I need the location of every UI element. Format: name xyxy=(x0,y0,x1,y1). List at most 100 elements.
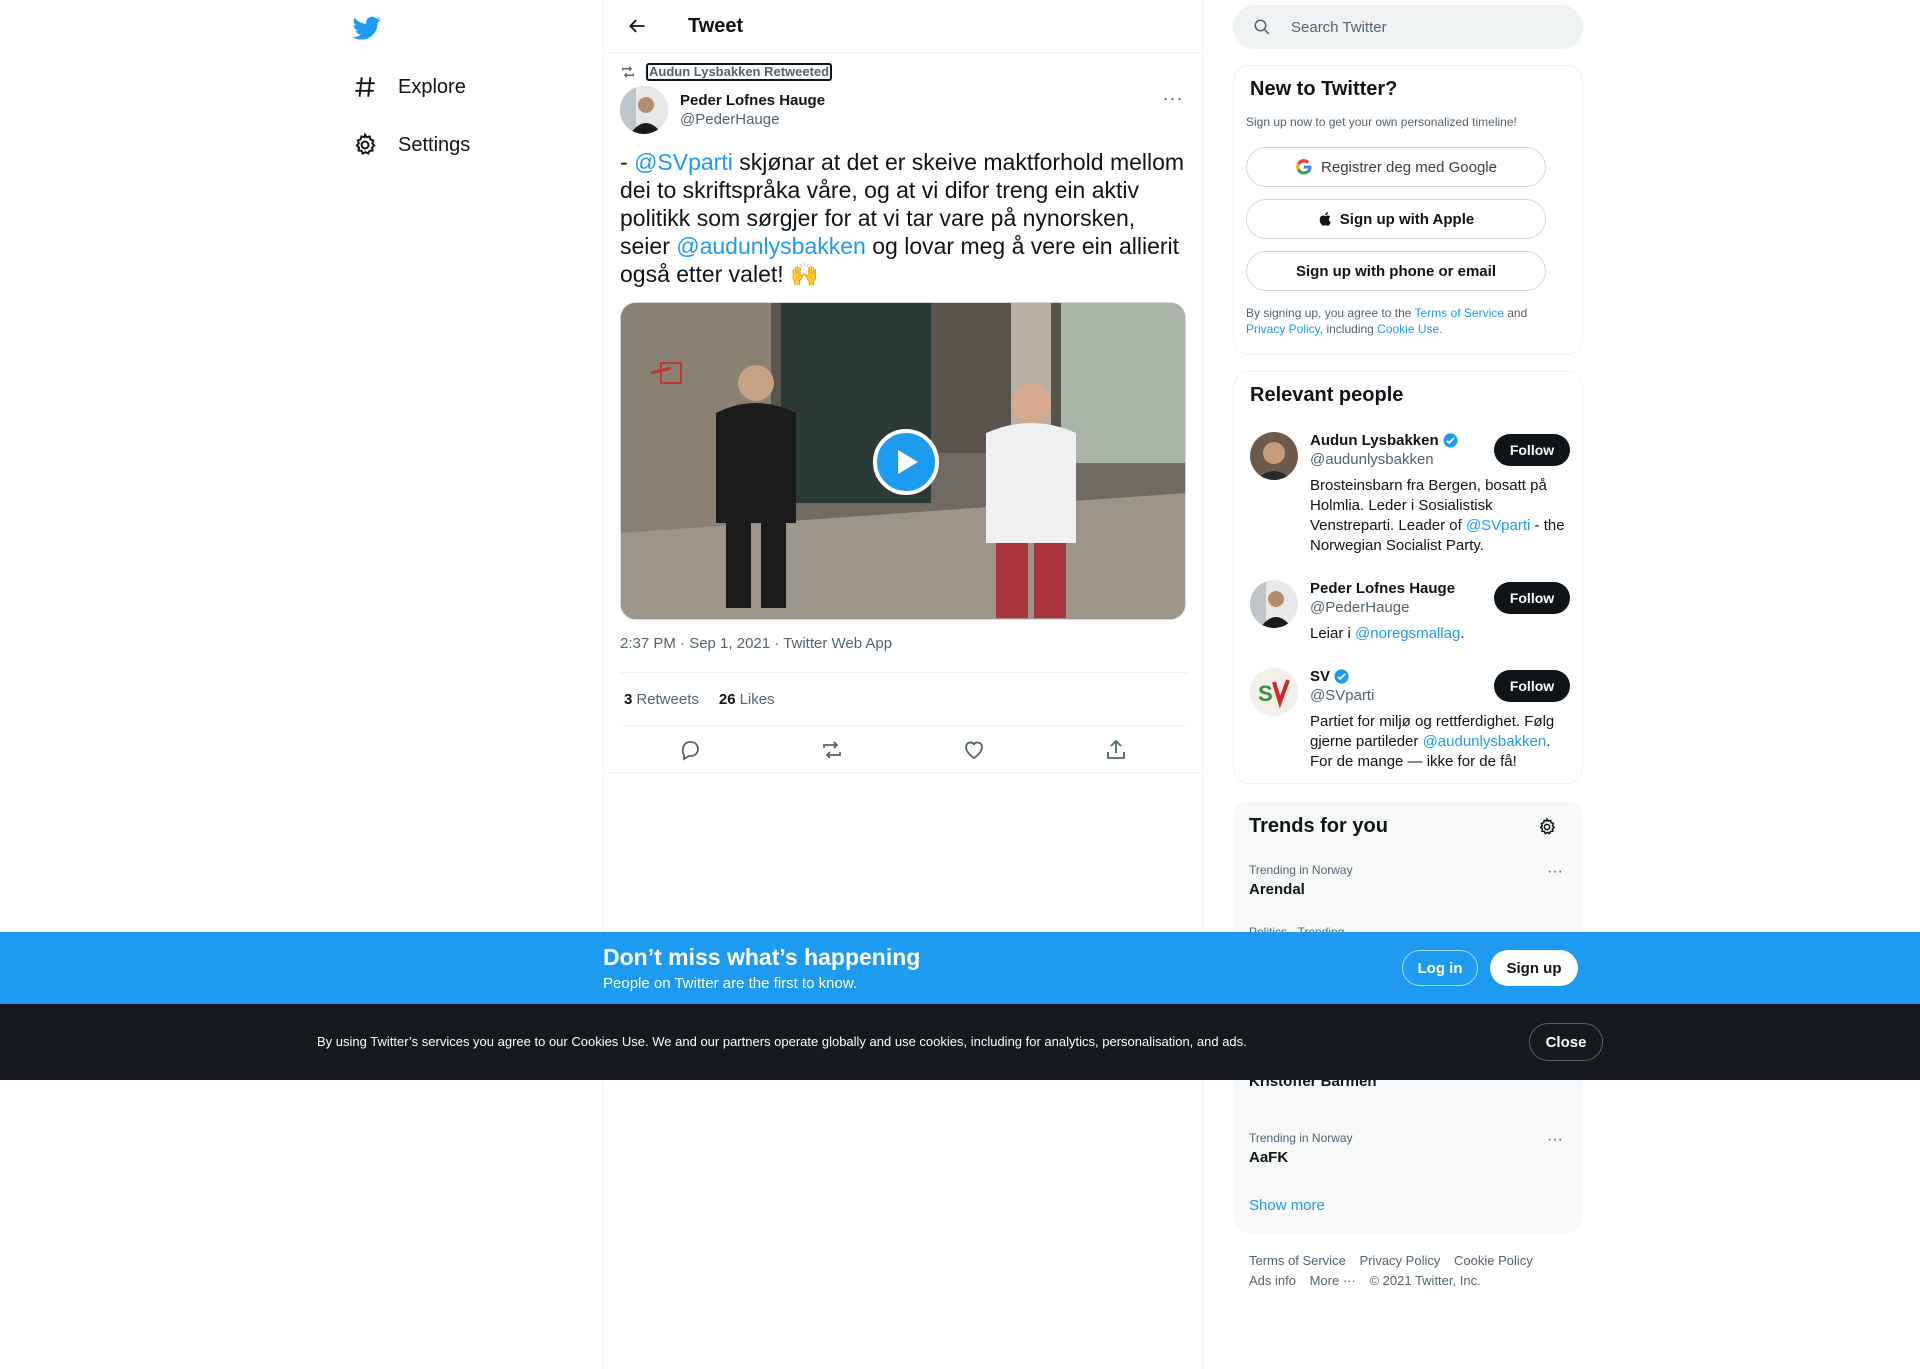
arrow-left-icon xyxy=(629,19,645,33)
follow-button[interactable]: Follow xyxy=(1494,434,1570,466)
person-bio: Leiar i @noregsmallag. xyxy=(1310,624,1572,644)
person-bio: Partiet for miljø og rettferdighet. Følg… xyxy=(1310,712,1572,772)
footer-link[interactable]: Ads info xyxy=(1249,1273,1296,1288)
footer-link[interactable]: Terms of Service xyxy=(1249,1253,1346,1268)
new-to-twitter-card: New to Twitter? Sign up now to get your … xyxy=(1233,65,1583,355)
video-player[interactable] xyxy=(620,302,1186,620)
banner-subtitle: People on Twitter are the first to know. xyxy=(603,975,858,992)
retweeted-by: Audun Lysbakken Retweeted xyxy=(620,63,833,81)
apple-icon xyxy=(1319,212,1331,226)
author-name[interactable]: Peder Lofnes Hauge xyxy=(680,92,825,109)
apple-signup-label: Sign up with Apple xyxy=(1339,210,1475,228)
avatar[interactable] xyxy=(620,86,668,134)
avatar[interactable] xyxy=(1250,580,1298,628)
terms-text: and xyxy=(1503,306,1528,320)
cookie-text: By using Twitter’s services you agree to… xyxy=(317,1034,1247,1049)
bio-mention-link[interactable]: @SVparti xyxy=(1466,517,1530,534)
close-button[interactable]: Close xyxy=(1529,1023,1603,1061)
privacy-link[interactable]: Privacy Policy xyxy=(1246,322,1320,336)
page-title: Tweet xyxy=(688,14,744,37)
person-name[interactable]: Peder Lofnes Hauge xyxy=(1310,580,1455,597)
avatar-image xyxy=(620,86,668,134)
main-column: Tweet Audun Lysbakken Retweeted Peder Lo… xyxy=(603,0,1203,1369)
copyright: © 2021 Twitter, Inc. xyxy=(1369,1273,1481,1288)
retweet-action-icon[interactable] xyxy=(820,738,844,762)
likes-stat[interactable]: 26 Likes xyxy=(715,691,775,708)
cookie-use-link[interactable]: Cookie Use. xyxy=(1377,322,1442,336)
hashtag-icon xyxy=(355,77,375,97)
author-handle[interactable]: @PederHauge xyxy=(680,111,825,128)
trend-context: Trending in Norway xyxy=(1249,1131,1353,1145)
search-input[interactable]: Search Twitter xyxy=(1233,5,1583,49)
bio-text: . xyxy=(1460,625,1465,642)
show-more-link[interactable]: Show more xyxy=(1249,1197,1325,1214)
nav-explore[interactable]: Explore xyxy=(352,67,466,107)
mention-link[interactable]: @SVparti xyxy=(634,149,733,175)
retweet-icon xyxy=(622,66,634,78)
person-name[interactable]: SV xyxy=(1310,668,1330,685)
gear-icon[interactable] xyxy=(1537,817,1557,837)
search-icon xyxy=(1254,19,1270,35)
terms-link[interactable]: Terms of Service xyxy=(1415,306,1504,320)
retweets-label: Retweets xyxy=(636,690,699,708)
tweet-author: Peder Lofnes Hauge @PederHauge xyxy=(620,86,825,134)
verified-badge-icon xyxy=(1443,433,1458,448)
person-bio: Brosteinsbarn fra Bergen, bosatt på Holm… xyxy=(1310,476,1572,556)
follow-button[interactable]: Follow xyxy=(1494,582,1570,614)
bio-mention-link[interactable]: @noregsmallag xyxy=(1355,625,1460,642)
terms-text: , including xyxy=(1319,322,1378,336)
retweets-count: 3 xyxy=(624,690,633,708)
nav-settings-label: Settings xyxy=(398,133,471,156)
reply-icon[interactable] xyxy=(678,738,702,762)
trend-item[interactable]: Trending in Norway Arendal ··· xyxy=(1249,863,1567,898)
tweet-stats: 3 Retweets 26 Likes xyxy=(620,672,1188,726)
avatar[interactable]: S xyxy=(1250,668,1298,716)
footer-link[interactable]: Privacy Policy xyxy=(1359,1253,1440,1268)
like-icon[interactable] xyxy=(962,738,986,762)
share-icon[interactable] xyxy=(1104,738,1128,762)
follow-button[interactable]: Follow xyxy=(1494,670,1570,702)
bio-text: Leiar i xyxy=(1310,625,1356,642)
tweet-text: - @SVparti skjønar at det er skeive makt… xyxy=(620,148,1190,288)
login-button[interactable]: Log in xyxy=(1402,950,1478,986)
person-name[interactable]: Audun Lysbakken xyxy=(1310,432,1439,449)
nav-explore-label: Explore xyxy=(398,75,466,98)
avatar-image xyxy=(1250,432,1298,480)
nav-settings[interactable]: Settings xyxy=(352,125,470,165)
svg-text:S: S xyxy=(1258,681,1273,706)
mention-link[interactable]: @audunlysbakken xyxy=(676,233,866,259)
more-options-icon[interactable]: ··· xyxy=(1158,87,1188,109)
avatar[interactable] xyxy=(1250,432,1298,480)
more-options-icon[interactable]: ··· xyxy=(1547,1131,1563,1149)
cookie-banner: By using Twitter’s services you agree to… xyxy=(0,1004,1920,1080)
trend-name: AaFK xyxy=(1249,1149,1289,1166)
new-to-twitter-subtitle: Sign up now to get your own personalized… xyxy=(1246,115,1517,129)
retweeted-by-label[interactable]: Audun Lysbakken Retweeted xyxy=(646,63,833,81)
likes-label: Likes xyxy=(739,690,775,708)
footer-link[interactable]: Cookie Policy xyxy=(1454,1253,1533,1268)
footer-link[interactable]: More ··· xyxy=(1310,1273,1356,1288)
phone-email-signup-label: Sign up with phone or email xyxy=(1295,262,1496,280)
avatar-image xyxy=(1250,580,1298,628)
google-icon xyxy=(1296,159,1312,175)
google-signup-label: Registrer deg med Google xyxy=(1321,158,1497,176)
play-icon xyxy=(898,450,918,474)
trend-name: Arendal xyxy=(1249,881,1305,898)
signup-button[interactable]: Sign up xyxy=(1490,950,1578,986)
trend-item[interactable]: Trending in Norway AaFK ··· xyxy=(1249,1131,1567,1166)
phone-email-signup-button[interactable]: Sign up with phone or email xyxy=(1246,251,1546,291)
back-button[interactable] xyxy=(620,9,654,43)
twitter-logo-icon[interactable] xyxy=(352,14,382,42)
retweets-stat[interactable]: 3 Retweets xyxy=(620,691,699,708)
search-placeholder: Search Twitter xyxy=(1291,18,1387,36)
apple-signup-button[interactable]: Sign up with Apple xyxy=(1246,199,1546,239)
play-button[interactable] xyxy=(873,429,939,495)
more-options-icon[interactable]: ··· xyxy=(1547,863,1563,881)
bio-mention-link[interactable]: @audunlysbakken xyxy=(1423,733,1547,750)
google-signup-button[interactable]: Registrer deg med Google xyxy=(1246,147,1546,187)
tweet-timestamp[interactable]: 2:37 PM · Sep 1, 2021 · Twitter Web App xyxy=(620,635,892,652)
terms-text: By signing up, you agree to the xyxy=(1246,306,1415,320)
signup-banner: Don’t miss what’s happening People on Tw… xyxy=(0,932,1920,1004)
tweet-header: Tweet xyxy=(604,0,1202,53)
relevant-people-card: Relevant people Audun Lysbakken @audunly… xyxy=(1233,371,1583,784)
